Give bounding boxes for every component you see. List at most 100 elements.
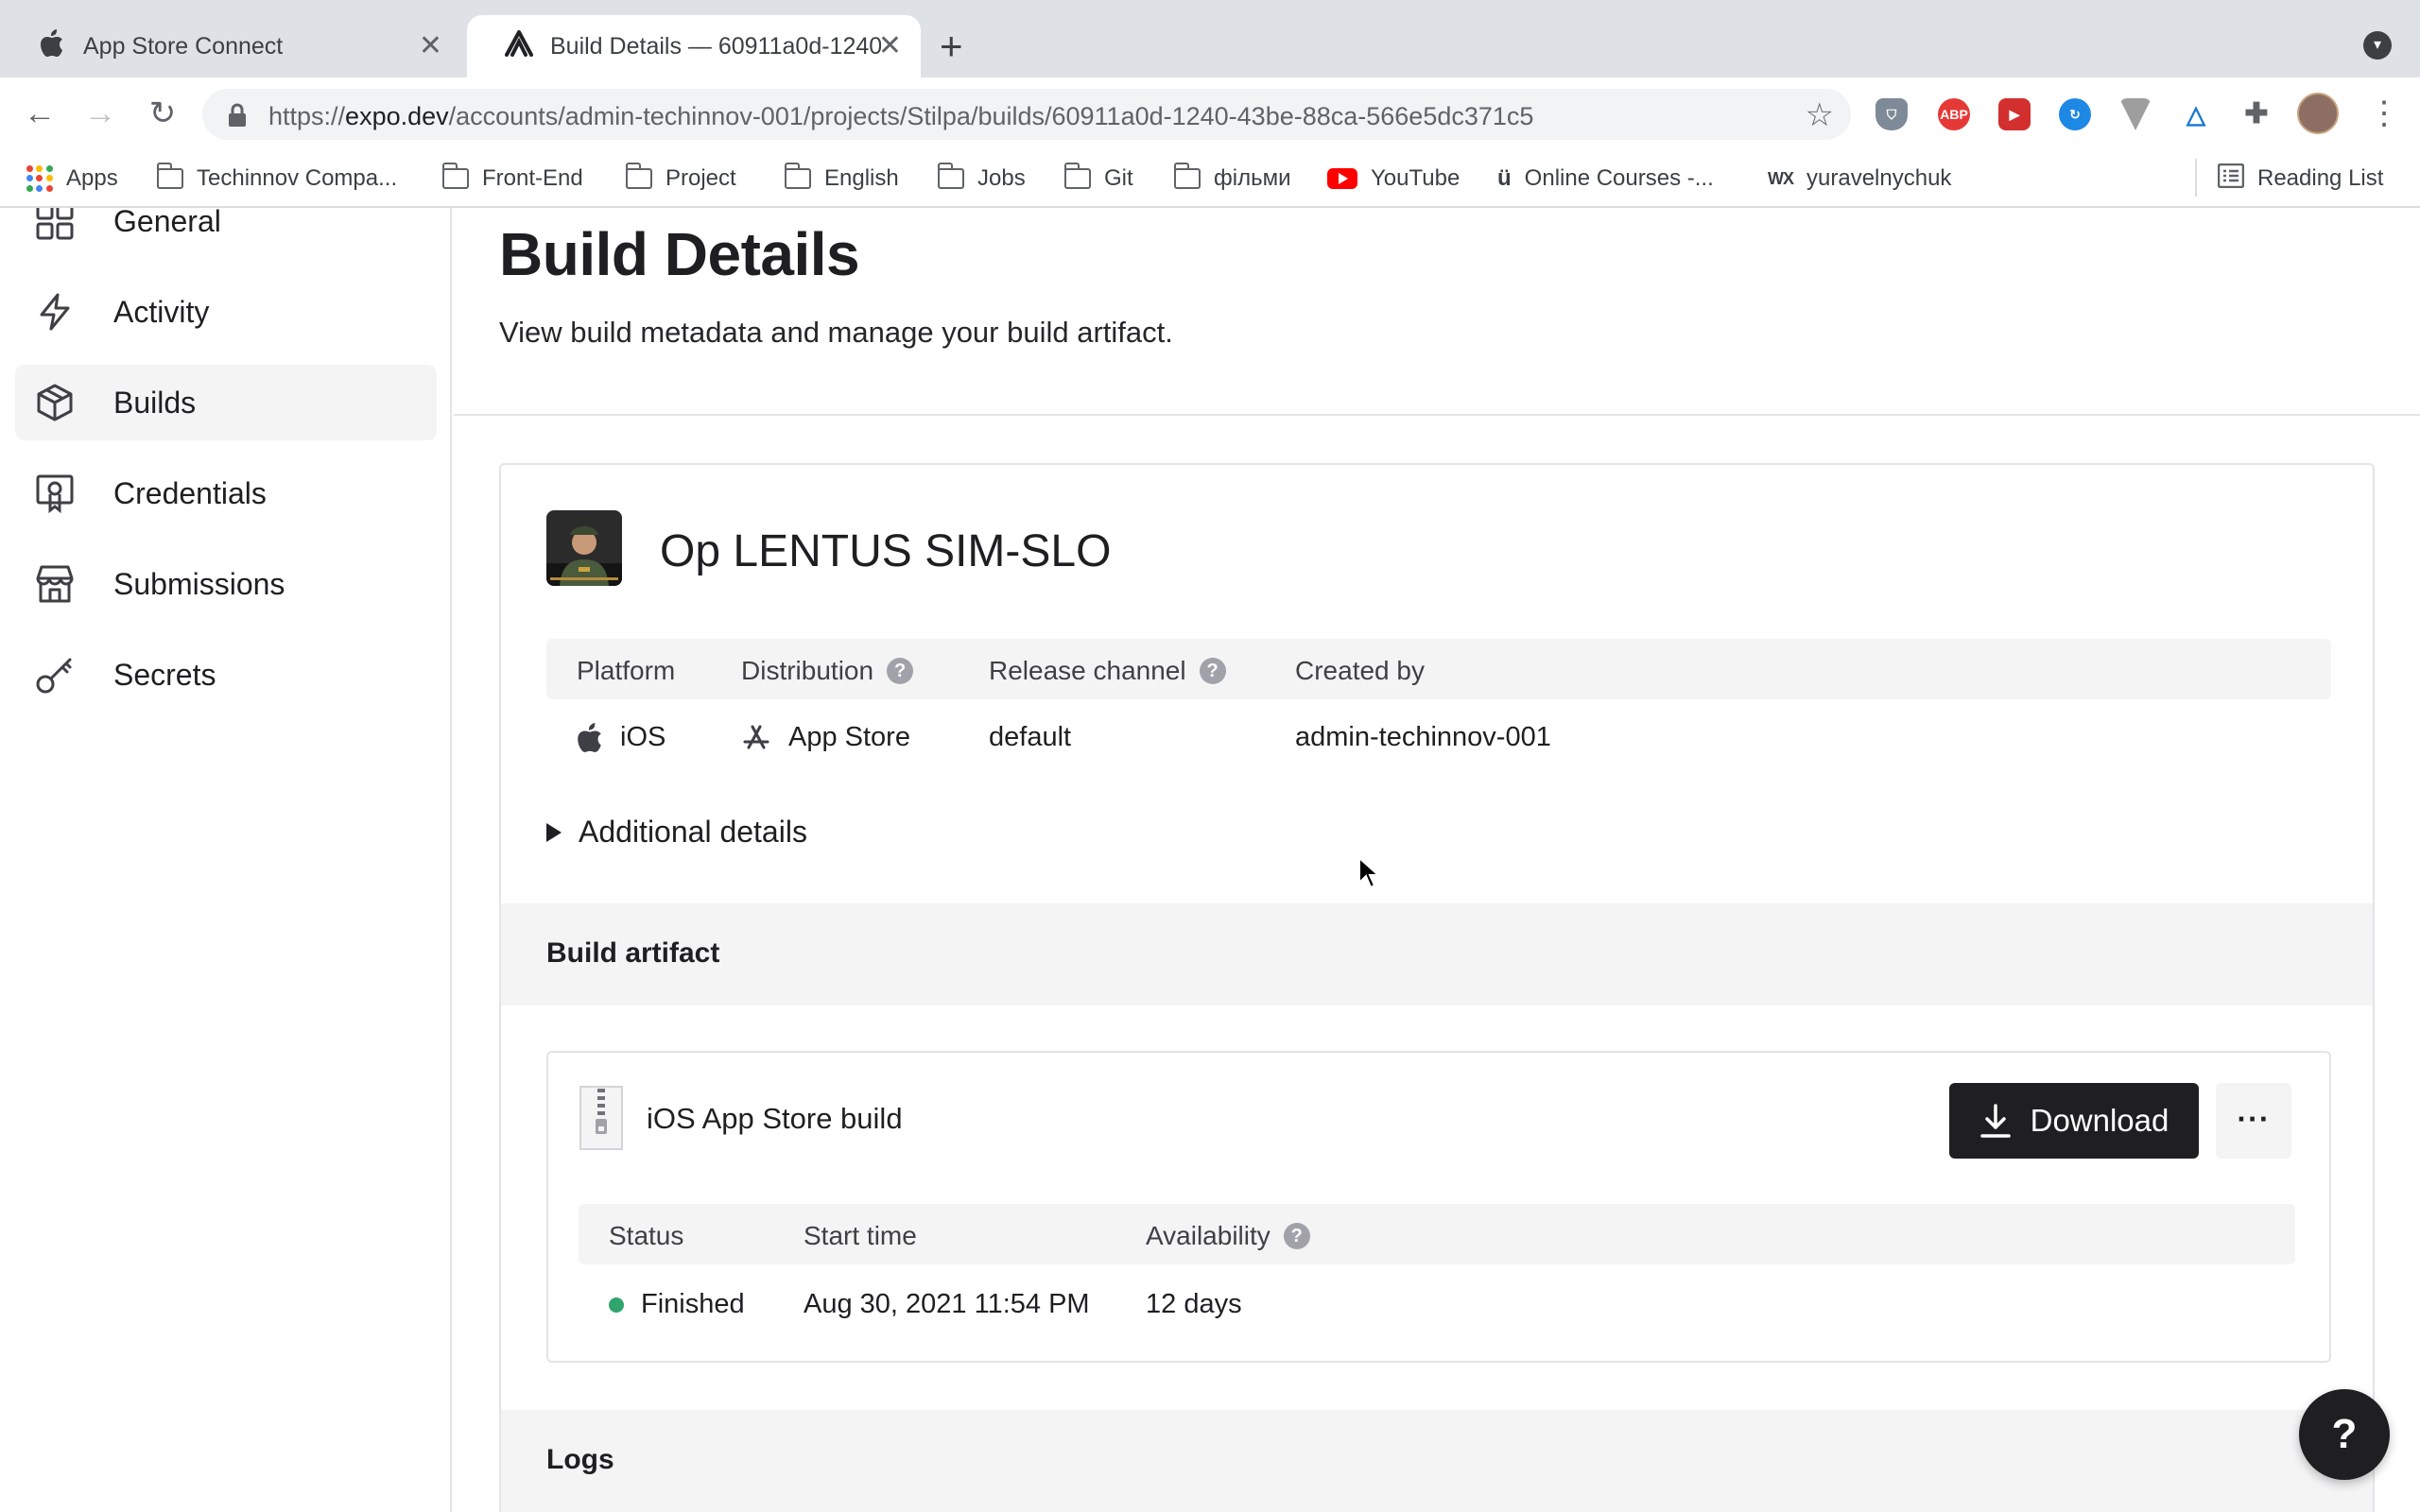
lightning-icon [40,293,70,331]
triangle-extension-icon[interactable]: △ [2180,98,2212,130]
browser-menu-icon[interactable]: ⋮ [2368,91,2400,136]
browser-toolbar: ← → ↻ https://expo.dev/accounts/admin-te… [0,77,2420,149]
address-bar[interactable]: https://expo.dev/accounts/admin-techinno… [202,89,1851,140]
url-text: https://expo.dev/accounts/admin-techinno… [268,102,1534,130]
help-circle-icon[interactable]: ? [1199,658,1226,684]
more-options-button[interactable]: ··· [2216,1083,2291,1159]
profile-avatar[interactable] [2297,93,2339,134]
sidebar-item-label: General [113,208,221,238]
apple-icon [36,28,68,64]
app-icon [546,510,622,586]
additional-details-toggle[interactable]: Additional details [546,815,807,850]
sidebar-item-activity[interactable]: Activity [15,274,437,350]
page-viewport: General Activity Builds Credentials Subm… [0,208,2420,1512]
sidebar-item-label: Activity [113,294,210,329]
grid-icon [36,208,74,240]
caret-right-icon [546,822,562,842]
new-tab-plus-icon[interactable]: + [940,23,963,70]
bookmark-folder[interactable]: Techinnov Compa... [156,161,397,197]
folder-icon [156,163,183,189]
shield-extension-icon[interactable]: ⛉ [1876,98,1908,130]
close-icon[interactable]: ✕ [419,30,442,62]
mouse-cursor-icon [1358,856,1380,889]
zip-file-icon [579,1086,623,1150]
vue-devtools-icon[interactable] [2119,98,2152,130]
tab-app-store-connect[interactable]: App Store Connect ✕ [0,15,461,77]
sidebar-item-secrets[interactable]: Secrets [15,637,437,713]
folder-icon [784,163,811,189]
apps-grid-icon [26,165,53,192]
download-button[interactable]: Download [1949,1083,2199,1159]
tab-build-details[interactable]: Build Details — 60911a0d-1240-43be-88ca-… [467,15,921,77]
bookmarks-divider [2195,159,2197,197]
platform-value: iOS [577,722,666,753]
sidebar-item-label: Builds [113,385,197,420]
media-extension-icon[interactable]: ▶ [1998,98,2031,130]
tab-search-chevron-icon[interactable]: ▾ [2363,31,2392,60]
wix-icon: WX [1768,168,1794,188]
app-store-icon [743,725,769,748]
sidebar-item-builds[interactable]: Builds [15,365,437,440]
close-icon[interactable]: ✕ [878,30,902,62]
bookmark-folder[interactable]: фільми [1173,161,1291,197]
tab-title: Build Details — 60911a0d-1240-43be-88ca-… [550,32,881,60]
tab-strip: App Store Connect ✕ Build Details — 6091… [0,0,2420,77]
expo-icon [503,29,535,63]
metadata-header-row: Platform Distribution? Release channel? … [546,639,2331,699]
bookmark-folder[interactable]: English [784,161,899,197]
distribution-value: App Store [741,722,910,753]
logs-section-header: Logs [501,1410,2373,1512]
sync-extension-icon[interactable]: ↻ [2059,98,2091,130]
main-content: Build Details View build metadata and ma… [454,208,2420,1512]
puzzle-extensions-icon[interactable]: ✚ [2240,98,2273,130]
sidebar: General Activity Builds Credentials Subm… [0,208,452,1512]
status-dot [609,1297,624,1313]
key-icon [36,658,72,694]
bookmark-folder[interactable]: Jobs [937,161,1026,197]
artifact-header-row: Status Start time Availability? [579,1204,2295,1264]
platform-header: Platform [577,656,676,685]
distribution-header: Distribution? [741,656,914,686]
bookmark-youtube[interactable]: YouTube [1327,161,1460,197]
youtube-icon [1327,168,1357,189]
adblock-extension-icon[interactable]: ABP [1938,98,1970,130]
section-title: Build artifact [546,937,720,969]
storefront-icon [36,565,74,603]
back-arrow-icon[interactable]: ← [15,89,64,138]
download-icon [1979,1104,2011,1138]
help-circle-icon[interactable]: ? [1283,1223,1310,1249]
reading-list-icon [2217,163,2245,195]
start-time-header: Start time [804,1221,917,1250]
bookmark-udemy[interactable]: ü Online Courses -... [1497,161,1714,197]
forward-arrow-icon[interactable]: → [76,89,125,138]
help-circle-icon[interactable]: ? [887,658,914,684]
bookmark-wix[interactable]: WX yuravelnychuk [1768,161,1951,197]
help-button[interactable]: ? [2299,1389,2390,1480]
status-header: Status [609,1221,684,1250]
release-channel-value: default [989,722,1072,752]
app-name: Op LENTUS SIM-SLO [660,526,1112,576]
created-by-value: admin-techinnov-001 [1295,722,1551,752]
sidebar-item-label: Secrets [113,657,216,692]
divider [454,414,2420,416]
sidebar-item-credentials[interactable]: Credentials [15,455,437,531]
bookmark-apps[interactable]: Apps [26,161,118,197]
reading-list-button[interactable]: Reading List [2217,161,2383,197]
cube-icon [37,384,73,421]
status-value: Finished [609,1289,745,1320]
sidebar-item-general[interactable]: General [15,208,437,259]
bookmark-folder[interactable]: Project [625,161,736,197]
bookmark-folder[interactable]: Front-End [441,161,583,197]
bookmarks-bar: Apps Techinnov Compa... Front-End Projec… [0,149,2420,208]
udemy-icon: ü [1497,165,1512,191]
availability-value: 12 days [1146,1289,1242,1319]
sidebar-item-submissions[interactable]: Submissions [15,546,437,622]
bookmark-star-icon[interactable]: ☆ [1806,96,1834,134]
reload-icon[interactable]: ↻ [138,89,187,138]
tab-title: App Store Connect [83,32,284,60]
sidebar-item-label: Submissions [113,566,285,601]
build-artifact-section-header: Build artifact [501,903,2373,1005]
bookmark-folder[interactable]: Git [1063,161,1133,197]
folder-icon [625,163,652,189]
created-by-header: Created by [1295,656,1425,685]
